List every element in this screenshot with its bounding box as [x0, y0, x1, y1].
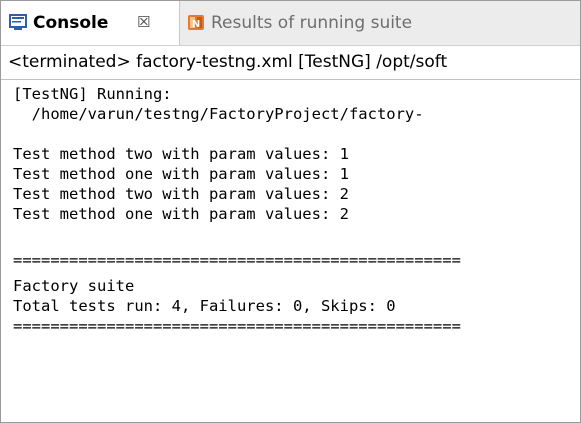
console-line: Test method one with param values: 2 [13, 205, 349, 223]
tab-console[interactable]: Console ☒ [1, 1, 180, 45]
console-icon [9, 14, 27, 31]
console-separator: ========================================… [13, 251, 461, 269]
console-output[interactable]: [TestNG] Running: /home/varun/testng/Fac… [1, 79, 580, 422]
tab-results-label: Results of running suite [211, 13, 413, 33]
testng-icon: N [187, 14, 205, 31]
console-line: Test method two with param values: 1 [13, 145, 349, 163]
console-separator: ========================================… [13, 317, 461, 335]
svg-text:N: N [192, 19, 200, 30]
console-line: /home/varun/testng/FactoryProject/factor… [13, 105, 424, 123]
tab-console-label: Console [33, 13, 109, 33]
launch-status-bar: <terminated> factory-testng.xml [TestNG]… [1, 45, 580, 79]
view-tab-bar: Console ☒ N Results of running suite [1, 1, 580, 45]
console-line: Test method one with param values: 1 [13, 165, 349, 183]
console-line: Factory suite [13, 277, 135, 295]
close-icon[interactable]: ☒ [137, 11, 150, 33]
launch-status-text: <terminated> factory-testng.xml [TestNG]… [8, 52, 448, 72]
console-line: Test method two with param values: 2 [13, 185, 349, 203]
console-line: [TestNG] Running: [13, 85, 172, 103]
console-line: Total tests run: 4, Failures: 0, Skips: … [13, 297, 396, 315]
console-view: Console ☒ N Results of running suite <te… [0, 0, 581, 423]
